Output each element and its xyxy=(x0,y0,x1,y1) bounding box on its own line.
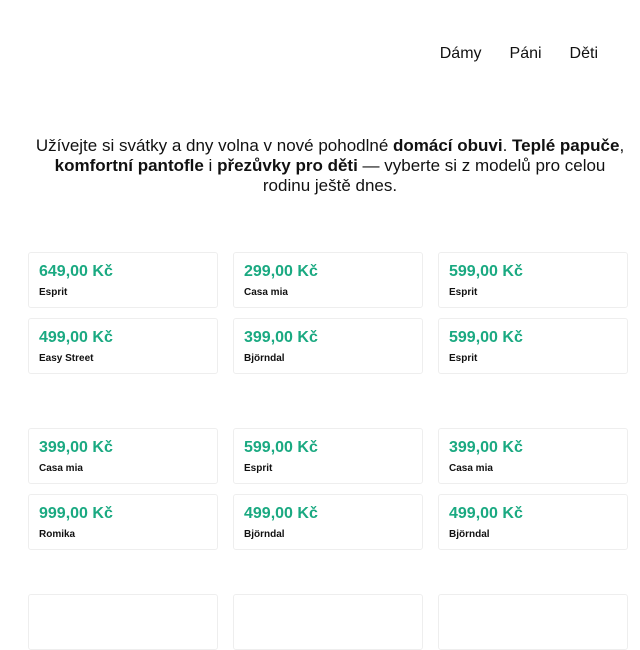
product-brand: Björndal xyxy=(244,529,285,540)
product-price: 399,00 Kč xyxy=(244,329,318,346)
intro-part: , xyxy=(619,136,625,155)
intro-part: Užívejte si svátky a dny volna v nové po… xyxy=(35,136,394,155)
product-card[interactable] xyxy=(438,594,628,650)
product-card[interactable] xyxy=(233,594,423,650)
product-price: 499,00 Kč xyxy=(449,505,523,522)
top-nav: Dámy Páni Děti xyxy=(412,44,598,64)
product-card[interactable]: 599,00 Kč Esprit xyxy=(438,252,628,308)
product-price: 499,00 Kč xyxy=(244,505,318,522)
product-price: 599,00 Kč xyxy=(244,439,318,456)
product-price: 499,00 Kč xyxy=(39,329,113,346)
product-card[interactable]: 399,00 Kč Casa mia xyxy=(438,428,628,484)
product-brand: Esprit xyxy=(449,353,478,364)
product-brand: Casa mia xyxy=(39,463,83,474)
product-card[interactable]: 499,00 Kč Easy Street xyxy=(28,318,218,374)
intro-bold: komfortní pantofle xyxy=(54,156,204,175)
product-brand: Casa mia xyxy=(449,463,493,474)
product-brand: Esprit xyxy=(449,287,478,298)
intro-part: . xyxy=(502,136,513,155)
product-brand: Romika xyxy=(39,529,76,540)
intro-part: i xyxy=(203,156,218,175)
intro-bold: Teplé papuče xyxy=(512,136,620,155)
product-price: 649,00 Kč xyxy=(39,263,113,280)
intro-bold: domácí obuvi xyxy=(393,136,503,155)
product-card[interactable]: 499,00 Kč Björndal xyxy=(438,494,628,550)
product-brand: Björndal xyxy=(449,529,490,540)
product-brand: Easy Street xyxy=(39,353,94,364)
product-brand: Esprit xyxy=(39,287,68,298)
product-card[interactable]: 399,00 Kč Casa mia xyxy=(28,428,218,484)
nav-item-damy[interactable]: Dámy xyxy=(440,44,482,64)
product-grid: 399,00 Kč Casa mia 599,00 Kč Esprit 399,… xyxy=(28,428,630,550)
product-card[interactable] xyxy=(28,594,218,650)
product-card[interactable]: 499,00 Kč Björndal xyxy=(233,494,423,550)
nav-item-deti[interactable]: Děti xyxy=(570,44,598,64)
product-card[interactable]: 399,00 Kč Björndal xyxy=(233,318,423,374)
product-price: 599,00 Kč xyxy=(449,263,523,280)
product-price: 599,00 Kč xyxy=(449,329,523,346)
product-price: 399,00 Kč xyxy=(449,439,523,456)
product-card[interactable]: 599,00 Kč Esprit xyxy=(233,428,423,484)
product-card[interactable]: 999,00 Kč Romika xyxy=(28,494,218,550)
intro-bold: přezůvky pro děti xyxy=(217,156,358,175)
product-brand: Esprit xyxy=(244,463,273,474)
product-card[interactable]: 649,00 Kč Esprit xyxy=(28,252,218,308)
product-card[interactable]: 599,00 Kč Esprit xyxy=(438,318,628,374)
product-card[interactable]: 299,00 Kč Casa mia xyxy=(233,252,423,308)
product-price: 299,00 Kč xyxy=(244,263,318,280)
product-grid: 649,00 Kč Esprit 299,00 Kč Casa mia 599,… xyxy=(28,252,630,374)
product-price: 999,00 Kč xyxy=(39,505,113,522)
product-brand: Björndal xyxy=(244,353,285,364)
product-grid xyxy=(28,594,630,650)
intro-text: Užívejte si svátky a dny volna v nové po… xyxy=(30,136,630,196)
product-price: 399,00 Kč xyxy=(39,439,113,456)
product-brand: Casa mia xyxy=(244,287,288,298)
nav-item-pani[interactable]: Páni xyxy=(510,44,542,64)
